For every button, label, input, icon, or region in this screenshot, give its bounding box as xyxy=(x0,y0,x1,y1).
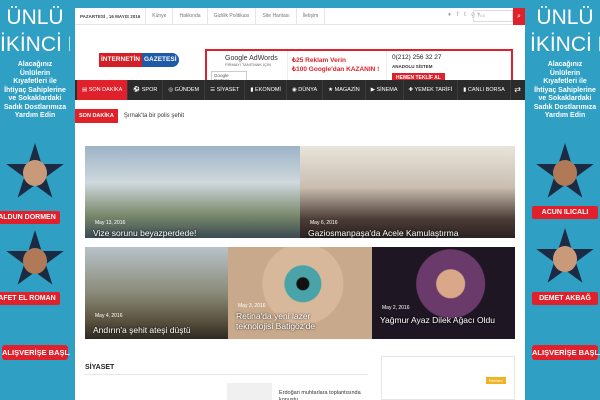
nav-sinema[interactable]: ▶ SİNEMA xyxy=(366,80,404,100)
sidebar-ad-box[interactable]: Reklam xyxy=(381,356,515,400)
section-heading: SİYASET xyxy=(85,364,368,375)
nav-dunya[interactable]: ◉ DÜNYA xyxy=(287,80,324,100)
banner-subtitle: Alacağınız Ünlülerin Kıyafetleri ile İht… xyxy=(533,61,597,119)
news-title: Vize sorunu beyazperdede! xyxy=(93,228,197,238)
ad-phone: 0(212) 256 32 27 xyxy=(392,54,442,61)
celebrity-name-label: ALDUN DORMEN xyxy=(0,211,60,224)
news-tile[interactable]: May 13, 2016 Vize sorunu beyazperdede! xyxy=(85,146,300,238)
news-date: May 3, 2016 xyxy=(238,303,266,309)
celebrity-photo xyxy=(23,248,47,274)
current-date: PAZARTESİ , 16 MAYIS 2016 xyxy=(75,7,147,25)
ad-offer-line2: ₺100 Google'dan KAZANIN ! xyxy=(292,66,380,73)
breaking-news-link[interactable]: Şırnak'ta bir polis şehit xyxy=(118,113,184,119)
adwords-subtitle: FİRMAYI TANITMAK İÇİN xyxy=(225,62,272,67)
left-side-banner[interactable]: ÜNLÜ İKİNCİ EL Alacağınız Ünlülerin Kıya… xyxy=(0,0,70,400)
adwords-title: Google AdWords xyxy=(225,55,278,62)
shuffle-icon[interactable]: ⇄ xyxy=(514,80,521,100)
nav-magazin[interactable]: ★ MAGAZİN xyxy=(323,80,366,100)
nav-ekonomi[interactable]: ▮ EKONOMİ xyxy=(245,80,287,100)
nav-canli-borsa[interactable]: ▮ CANLI BORSA xyxy=(458,80,511,100)
breaking-news-ticker: SON DAKİKA Şırnak'ta bir polis şehit xyxy=(75,109,525,123)
news-image xyxy=(372,247,515,339)
news-tile[interactable]: May 6, 2016 Gaziosmanpaşa'da Acele Kamul… xyxy=(300,146,515,238)
top-link-kunye[interactable]: Künye xyxy=(146,7,174,25)
ad-tag: Reklam xyxy=(486,377,506,384)
news-date: May 2, 2016 xyxy=(382,305,410,311)
news-tile[interactable]: May 3, 2016 Retina'da yeni lazer teknolo… xyxy=(228,247,372,339)
news-thumbnail[interactable] xyxy=(227,383,272,400)
main-content: PAZARTESİ , 16 MAYIS 2016 Künye Hakkında… xyxy=(75,7,525,400)
celebrity-photo xyxy=(553,246,577,272)
shop-button[interactable]: ALIŞVERİŞE BAŞLA xyxy=(532,345,600,360)
news-title: Gaziosmanpaşa'da Acele Kamulaştırma xyxy=(308,228,459,238)
right-side-banner[interactable]: ÜNLÜ İKİNCİ EL Alacağınız Ünlülerin Kıya… xyxy=(530,0,600,400)
site-header: İNTERNETİN GAZETESİ Google AdWords FİRMA… xyxy=(75,25,525,89)
news-tile[interactable]: May 4, 2016 Andırın'a şehit ateşi düştü xyxy=(85,247,228,339)
search-input[interactable]: Ara xyxy=(473,10,513,22)
top-link-gizlilik[interactable]: Gizlilik Politikası xyxy=(208,7,257,25)
main-navigation: ▤ SON DAKİKA ⚽ SPOR ◎ GÜNDEM ☰ SİYASET ▮… xyxy=(75,80,525,100)
top-bar: PAZARTESİ , 16 MAYIS 2016 Künye Hakkında… xyxy=(75,7,525,25)
celebrity-name-label: DEMET AKBAĞ xyxy=(532,292,598,305)
celebrity-photo xyxy=(23,160,47,186)
news-title: Yağmur Ayaz Dilek Ağacı Oldu xyxy=(380,315,495,325)
featured-news-grid: May 13, 2016 Vize sorunu beyazperdede! M… xyxy=(85,146,515,339)
banner-title-line2: İKİNCİ EL xyxy=(0,33,70,56)
breaking-news-label: SON DAKİKA xyxy=(75,109,118,123)
celebrity-name-label: ACUN ILICALI xyxy=(532,206,598,219)
nav-spor[interactable]: ⚽ SPOR xyxy=(128,80,164,100)
news-date: May 13, 2016 xyxy=(95,220,126,226)
ad-firm-name: ANADOLU SİSTEM xyxy=(392,64,433,69)
nav-son-dakika[interactable]: ▤ SON DAKİKA xyxy=(77,80,129,100)
news-title: Andırın'a şehit ateşi düştü xyxy=(93,325,191,335)
logo-part1: İNTERNETİN xyxy=(99,53,142,67)
search-icon[interactable]: ⌕ xyxy=(513,8,525,25)
ad-offer-line1: ₺25 Reklam Verin xyxy=(292,57,346,64)
banner-title-line2: İKİNCİ EL xyxy=(530,33,600,56)
news-title: Retina'da yeni lazer teknolojisi Batigöz… xyxy=(236,311,316,331)
nav-gundem[interactable]: ◎ GÜNDEM xyxy=(163,80,206,100)
news-snippet[interactable]: Erdoğan muhtarlara toplantısında konuştu xyxy=(279,390,369,400)
banner-title-line1: ÜNLÜ xyxy=(6,6,64,29)
celebrity-photo xyxy=(553,160,577,186)
logo-part2: GAZETESİ xyxy=(142,53,179,67)
banner-title-line1: ÜNLÜ xyxy=(536,6,594,29)
nav-siyaset[interactable]: ☰ SİYASET xyxy=(205,80,246,100)
site-logo[interactable]: İNTERNETİN GAZETESİ xyxy=(99,53,179,67)
nav-yemek-tarifi[interactable]: ✚ YEMEK TARİFİ xyxy=(404,80,459,100)
banner-subtitle: Alacağınız Ünlülerin Kıyafetleri ile İht… xyxy=(3,61,67,119)
news-date: May 6, 2016 xyxy=(310,220,338,226)
shop-button[interactable]: ALIŞVERİŞE BAŞLA xyxy=(2,345,70,360)
top-link-iletisim[interactable]: İletişim xyxy=(297,7,326,25)
top-link-hakkinda[interactable]: Hakkında xyxy=(173,7,208,25)
news-tile[interactable]: May 2, 2016 Yağmur Ayaz Dilek Ağacı Oldu xyxy=(372,247,515,339)
news-date: May 4, 2016 xyxy=(95,313,123,319)
celebrity-name-label: AFET EL ROMAN xyxy=(0,292,60,305)
top-link-site-haritasi[interactable]: Site Haritası xyxy=(256,7,297,25)
